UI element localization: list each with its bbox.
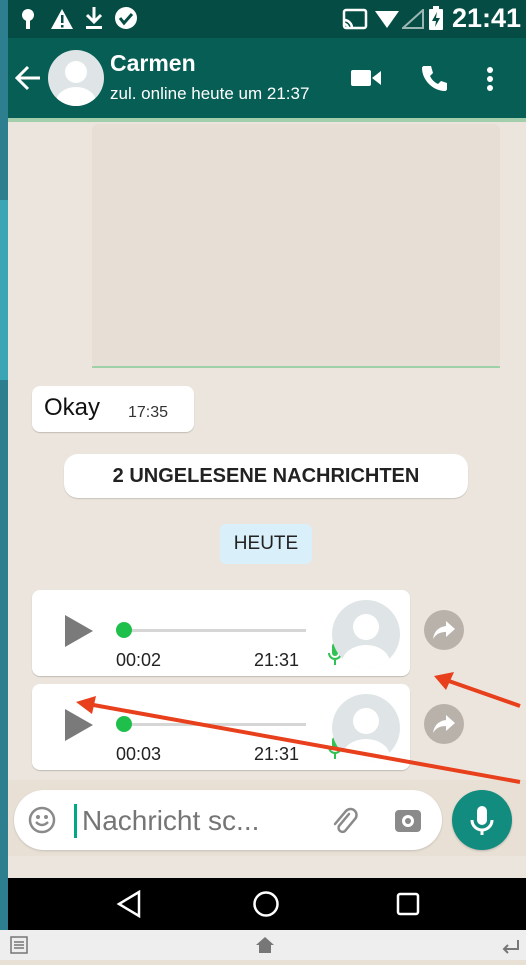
sender-avatar xyxy=(332,600,400,668)
sync-check-icon xyxy=(114,6,138,35)
voice-message[interactable]: 00:02 21:31 xyxy=(32,590,410,676)
text-cursor xyxy=(74,804,77,838)
nav-back-icon[interactable] xyxy=(116,889,142,923)
home-icon[interactable] xyxy=(255,935,275,960)
nav-home-icon[interactable] xyxy=(252,890,280,923)
status-time: 21:41 xyxy=(452,3,522,33)
left-edge-strip xyxy=(0,0,8,960)
blurred-divider xyxy=(92,366,500,368)
menu-list-icon[interactable] xyxy=(10,936,28,959)
voice-record-button[interactable] xyxy=(452,790,512,850)
nav-recents-icon[interactable] xyxy=(396,892,420,921)
message-time: 17:35 xyxy=(128,404,169,421)
return-icon[interactable] xyxy=(500,936,520,959)
audio-seek-handle[interactable] xyxy=(116,622,132,638)
date-chip: HEUTE xyxy=(220,524,312,564)
contact-name[interactable]: Carmen xyxy=(110,50,196,77)
date-chip-text: HEUTE xyxy=(233,533,299,554)
download-icon xyxy=(84,6,104,35)
forward-icon[interactable] xyxy=(424,704,464,744)
microphone-icon xyxy=(470,806,494,835)
video-call-icon[interactable] xyxy=(350,68,382,93)
wifi-icon xyxy=(374,9,400,34)
attach-icon[interactable] xyxy=(330,806,358,841)
more-options-icon[interactable] xyxy=(486,66,494,97)
back-arrow-icon[interactable] xyxy=(14,64,44,97)
chat-area[interactable]: Okay 17:35 2 UNGELESENE NACHRICHTEN HEUT… xyxy=(8,118,526,780)
outer-toolbar xyxy=(0,930,526,960)
left-edge-accent xyxy=(0,200,8,380)
audio-progress-track[interactable] xyxy=(118,629,306,632)
last-seen-status: zul. online heute um 21:37 xyxy=(110,84,310,103)
camera-icon[interactable] xyxy=(394,807,422,838)
audio-seek-handle[interactable] xyxy=(116,716,132,732)
unread-messages-banner: 2 UNGELESENE NACHRICHTEN xyxy=(64,454,468,498)
warning-icon xyxy=(50,8,74,35)
incoming-message[interactable]: Okay 17:35 xyxy=(32,386,194,432)
voice-time: 21:31 xyxy=(254,744,300,764)
battery-icon xyxy=(428,5,444,36)
blurred-content xyxy=(92,124,500,368)
message-composer[interactable] xyxy=(14,790,442,850)
forward-icon[interactable] xyxy=(424,610,464,650)
message-input[interactable] xyxy=(80,798,324,844)
notification-pin-icon xyxy=(20,8,36,35)
voice-message[interactable]: 00:03 21:31 xyxy=(32,684,410,770)
status-bar: 21:41 xyxy=(8,0,526,38)
cast-icon xyxy=(342,8,368,35)
voice-duration: 00:03 xyxy=(116,744,162,764)
emoji-icon[interactable] xyxy=(28,806,56,839)
play-icon[interactable] xyxy=(64,708,94,747)
unread-banner-text: 2 UNGELESENE NACHRICHTEN xyxy=(112,465,420,487)
chat-header: Carmen zul. online heute um 21:37 xyxy=(8,38,526,118)
audio-progress-track[interactable] xyxy=(118,723,306,726)
composer-bottom-gap xyxy=(8,856,526,878)
phone-call-icon[interactable] xyxy=(420,64,448,97)
play-icon[interactable] xyxy=(64,614,94,653)
message-text: Okay xyxy=(44,394,101,421)
system-nav-bar xyxy=(8,878,526,930)
voice-duration: 00:02 xyxy=(116,650,162,670)
blurred-message-edge xyxy=(8,118,526,122)
contact-avatar[interactable] xyxy=(48,50,104,106)
sender-avatar xyxy=(332,694,400,762)
voice-time: 21:31 xyxy=(254,650,300,670)
signal-icon xyxy=(400,7,424,34)
